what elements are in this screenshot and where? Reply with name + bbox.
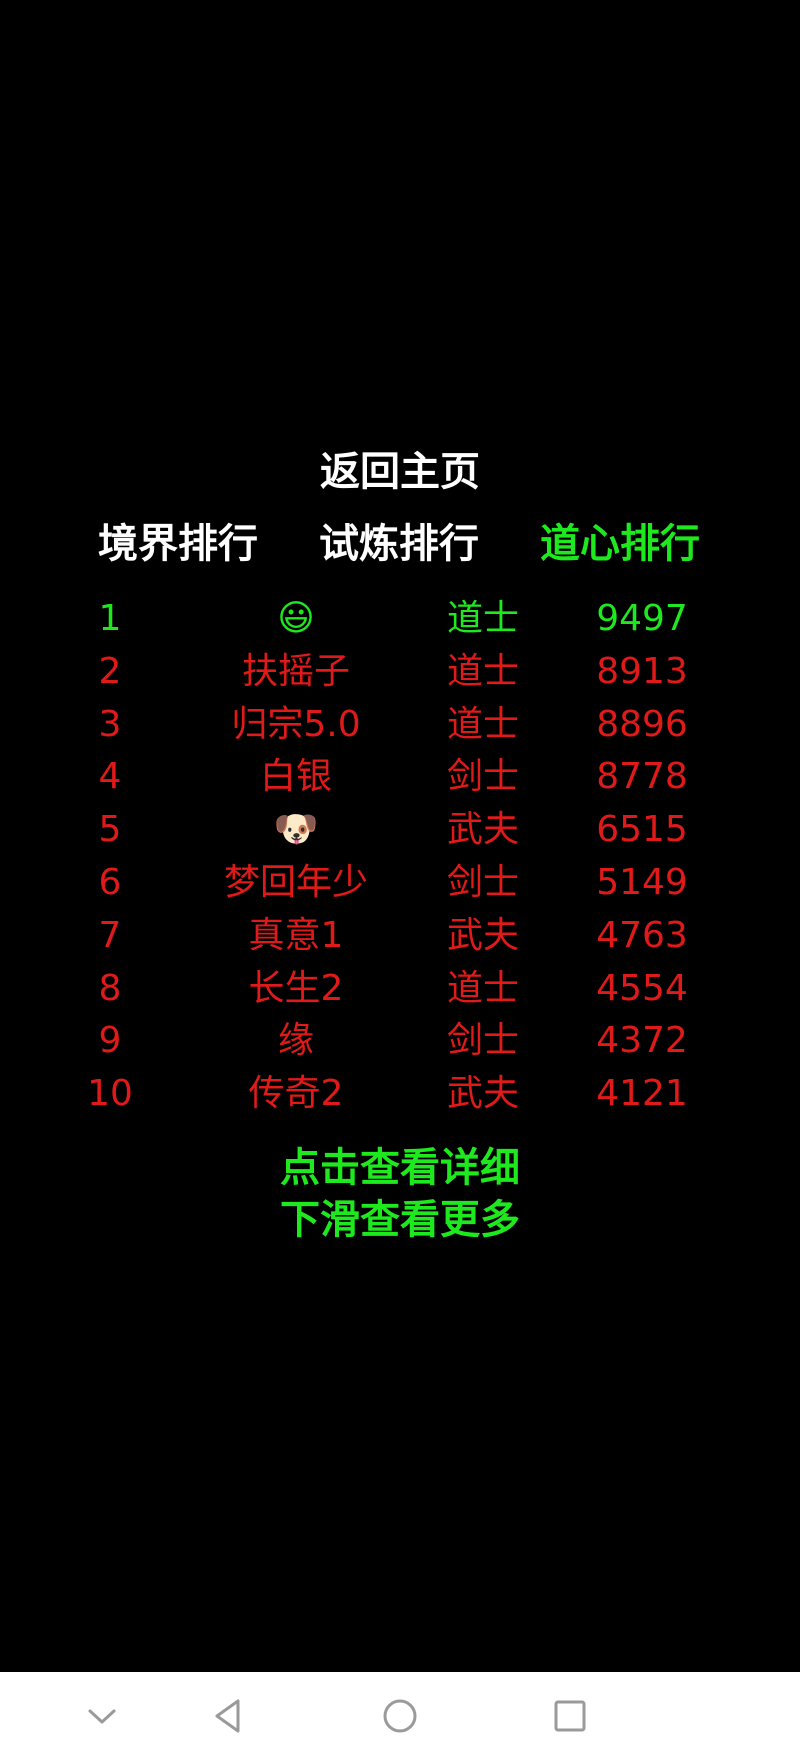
table-row[interactable]: 3 归宗5.0 道士 8896 <box>0 699 800 752</box>
player-score: 8913 <box>596 650 688 692</box>
player-name: 😃 <box>277 598 315 639</box>
recents-square-icon[interactable] <box>550 1696 590 1736</box>
table-row[interactable]: 1 😃 道士 9497 <box>0 593 800 646</box>
table-row[interactable]: 9 缘 剑士 4372 <box>0 1015 800 1068</box>
view-details-hint[interactable]: 点击查看详细 <box>0 1142 800 1194</box>
player-class: 道士 <box>446 598 519 639</box>
player-name: 扶摇子 <box>241 650 350 692</box>
table-row[interactable]: 10 传奇2 武夫 4121 <box>0 1068 800 1121</box>
player-score: 4372 <box>596 1020 688 1062</box>
player-name: 传奇2 <box>248 1073 344 1115</box>
tab-realm-ranking[interactable]: 境界排行 <box>98 514 258 574</box>
player-class: 道士 <box>446 650 519 692</box>
rank-number: 8 <box>98 967 122 1009</box>
player-class: 武夫 <box>446 809 519 851</box>
player-name: 梦回年少 <box>223 861 368 903</box>
table-row[interactable]: 5 🐶 武夫 6515 <box>0 804 800 857</box>
ranking-tabs: 境界排行 试炼排行 道心排行 <box>0 514 800 574</box>
player-score: 4121 <box>596 1073 688 1115</box>
ranking-list: 1 😃 道士 9497 2 扶摇子 道士 8913 3 归宗5.0 道士 889… <box>0 593 800 1121</box>
player-score: 5149 <box>596 861 688 903</box>
table-row[interactable]: 4 白银 剑士 8778 <box>0 751 800 804</box>
rank-number: 7 <box>98 914 122 956</box>
table-row[interactable]: 2 扶摇子 道士 8913 <box>0 646 800 699</box>
player-name: 长生2 <box>248 967 344 1009</box>
table-row[interactable]: 7 真意1 武夫 4763 <box>0 910 800 963</box>
player-name: 归宗5.0 <box>231 703 361 745</box>
rank-number: 10 <box>87 1073 133 1115</box>
player-score: 9497 <box>596 598 688 639</box>
system-navigation-bar <box>0 1672 800 1760</box>
player-score: 4554 <box>596 967 688 1009</box>
player-class: 剑士 <box>446 1020 519 1062</box>
player-name: 🐶 <box>273 809 319 851</box>
player-class: 武夫 <box>446 914 519 956</box>
player-class: 剑士 <box>446 756 519 798</box>
back-to-home-button[interactable]: 返回主页 <box>0 442 800 502</box>
player-name: 真意1 <box>248 914 344 956</box>
player-score: 4763 <box>596 914 688 956</box>
player-class: 剑士 <box>446 861 519 903</box>
player-score: 8896 <box>596 703 688 745</box>
scroll-more-hint: 下滑查看更多 <box>280 1197 520 1243</box>
home-circle-icon[interactable] <box>380 1696 420 1736</box>
back-triangle-icon[interactable] <box>210 1696 250 1736</box>
rank-number: 9 <box>98 1020 122 1062</box>
tab-daoxin-ranking[interactable]: 道心排行 <box>540 514 700 574</box>
rank-number: 1 <box>98 598 122 639</box>
ranking-screen: 返回主页 境界排行 试炼排行 道心排行 1 😃 道士 9497 2 扶摇子 道士… <box>0 0 800 1672</box>
rank-number: 6 <box>98 861 122 903</box>
table-row[interactable]: 6 梦回年少 剑士 5149 <box>0 857 800 910</box>
rank-number: 2 <box>98 650 122 692</box>
player-class: 道士 <box>446 967 519 1009</box>
tab-trial-ranking[interactable]: 试炼排行 <box>319 514 479 574</box>
player-name: 白银 <box>259 756 332 798</box>
player-class: 武夫 <box>446 1073 519 1115</box>
player-name: 缘 <box>277 1020 314 1062</box>
player-score: 8778 <box>596 756 688 798</box>
rank-number: 4 <box>98 756 122 798</box>
chevron-down-icon[interactable] <box>82 1696 122 1736</box>
player-class: 道士 <box>446 703 519 745</box>
rank-number: 3 <box>98 703 122 745</box>
table-row[interactable]: 8 长生2 道士 4554 <box>0 963 800 1016</box>
rank-number: 5 <box>98 809 122 851</box>
player-score: 6515 <box>596 809 688 851</box>
